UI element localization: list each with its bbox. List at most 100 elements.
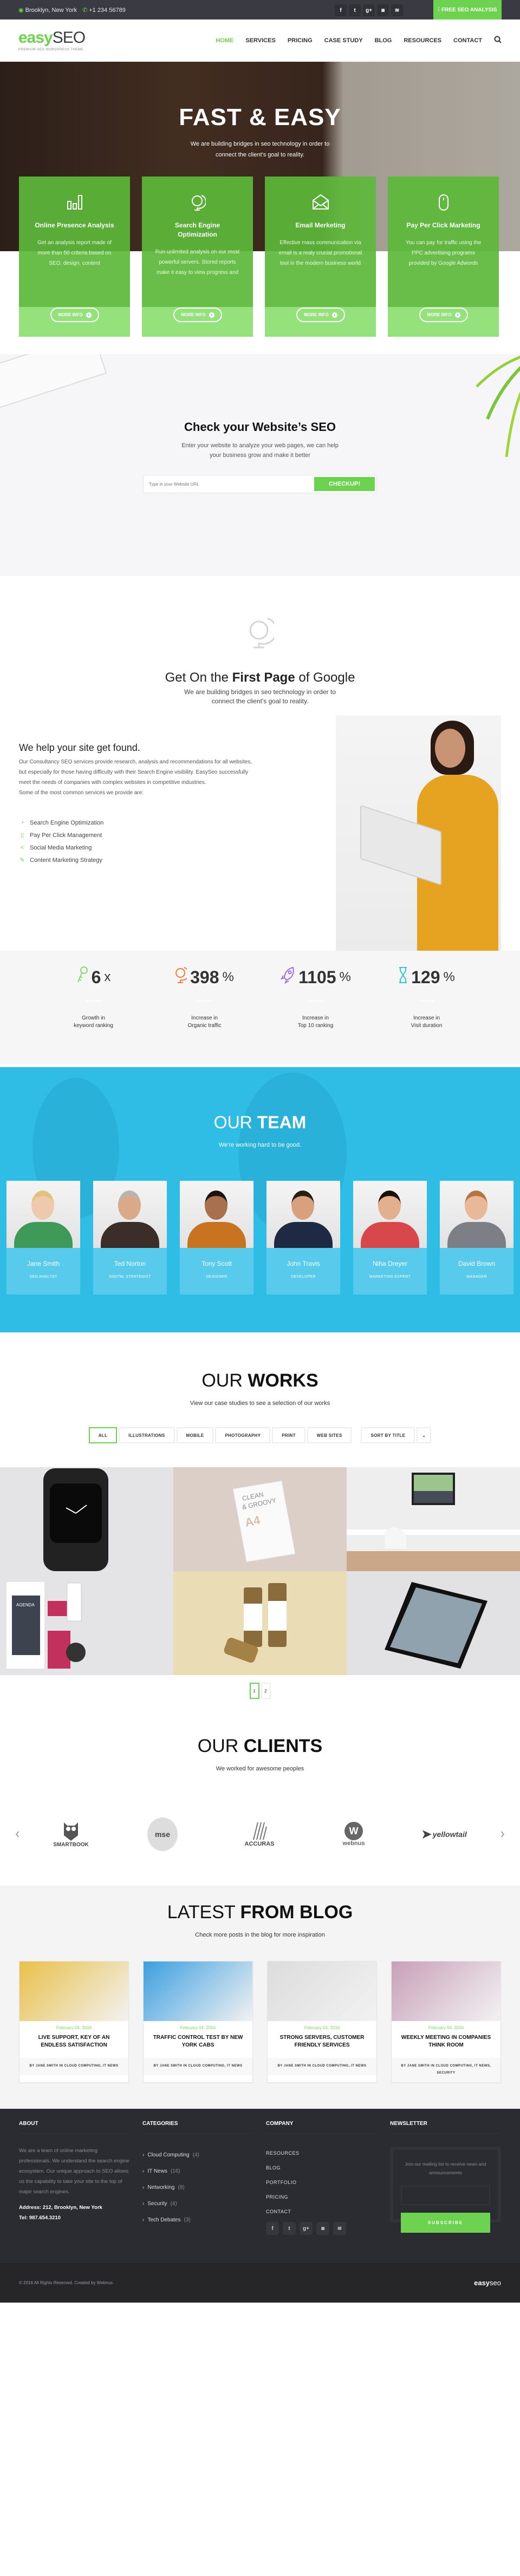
page-1[interactable]: 1 [249, 1683, 259, 1699]
instagram-icon[interactable]: ◙ [377, 4, 389, 16]
instagram-icon[interactable]: ◙ [316, 2222, 329, 2235]
client-logo-smartbook[interactable]: SMARTBOOK [41, 1815, 101, 1853]
nav-blog[interactable]: BLOG [375, 37, 392, 44]
sort-by-title-select[interactable]: SORT BY TITLE [361, 1427, 415, 1443]
member-info: David Brown MANAGER [440, 1248, 514, 1294]
blog-post-image[interactable] [144, 1962, 252, 2021]
member-face [31, 1191, 54, 1220]
twitter-icon[interactable]: t [283, 2222, 296, 2235]
rss-icon[interactable]: ≋ [391, 4, 403, 16]
client-logo-accuras[interactable]: ACCURAS [230, 1815, 289, 1853]
more-info-button[interactable]: MORE INFO › [419, 308, 468, 322]
footer-link-contact[interactable]: CONTACT [266, 2204, 377, 2219]
portfolio-item[interactable] [347, 1467, 520, 1571]
google-plus-icon[interactable]: g+ [363, 4, 375, 16]
nav-resources[interactable]: RESOURCES [404, 37, 441, 44]
page-2[interactable]: 2 [261, 1683, 271, 1699]
blog-post-card[interactable]: February 04, 2016 WEEKLY MEETING IN COMPA… [391, 1961, 501, 2083]
blog-post-card[interactable]: February 04, 2016 STRONG SERVERS, CUSTOME… [267, 1961, 377, 2083]
filter-illustrations[interactable]: ILLUSTRATIONS [119, 1427, 175, 1443]
portfolio-item[interactable] [173, 1571, 347, 1675]
footer-link-blog[interactable]: BLOG [266, 2160, 377, 2175]
rss-icon[interactable]: ≋ [333, 2222, 346, 2235]
more-info-button[interactable]: MORE INFO › [296, 308, 345, 322]
post-title[interactable]: STRONG SERVERS, CUSTOMER FRIENDLY SERVIC… [268, 2034, 376, 2052]
blog-post-card[interactable]: February 04, 2016 LIVE SUPPORT, KEY OF AN… [19, 1961, 129, 2083]
category-item[interactable]: › Cloud Computing (4) [142, 2147, 251, 2163]
blog-title-bold: FROM BLOG [240, 1902, 353, 1923]
footer-address: Address: 212, Brooklyn, New York [19, 2205, 102, 2211]
chevron-right-icon[interactable]: › [500, 1825, 505, 1842]
stat-label: Growth in keyword ranking [56, 1015, 132, 1030]
phone[interactable]: ✆ +1 234 56789 [82, 6, 126, 14]
google-plus-icon[interactable]: g+ [300, 2222, 313, 2235]
team-member-card[interactable]: Ted Norton DIGITAL STRATEGIST [93, 1181, 167, 1294]
category-name: Networking [147, 2184, 175, 2191]
portfolio-item[interactable] [347, 1571, 520, 1675]
client-logo-mse[interactable]: mse [133, 1815, 192, 1853]
footer-about: ABOUT We are a team of online marketing … [19, 2121, 130, 2223]
client-logo-webnus[interactable]: W webnus [324, 1815, 384, 1853]
service-title: Pay Per Click Marketing [406, 221, 480, 229]
more-info-button[interactable]: MORE INFO › [50, 308, 99, 322]
member-photo [353, 1181, 427, 1248]
category-item[interactable]: › IT News (16) [142, 2163, 251, 2179]
filter-photography[interactable]: PHOTOGRAPHY [215, 1427, 271, 1443]
category-item[interactable]: › Tech Debates (3) [142, 2212, 251, 2228]
facebook-icon[interactable]: f [266, 2222, 279, 2235]
category-name: Cloud Computing [147, 2152, 190, 2158]
footer-link-portfolio[interactable]: PORTFOLIO [266, 2175, 377, 2189]
nav-home[interactable]: HOME [216, 37, 233, 44]
free-seo-analysis-button[interactable]: ⫶ FREE SEO ANALYSIS [433, 0, 502, 19]
blog-post-card[interactable]: February 04, 2016 TRAFFIC CONTROL TEST BY… [143, 1961, 253, 2083]
twitter-icon[interactable]: t [349, 4, 361, 16]
nav-contact[interactable]: CONTACT [453, 37, 482, 44]
footer-logo[interactable]: easyseo [474, 2279, 501, 2287]
chevron-down-icon[interactable]: ⌄ [417, 1427, 432, 1443]
filter-print[interactable]: PRINT [272, 1427, 306, 1443]
team-member-card[interactable]: David Brown MANAGER [440, 1181, 514, 1294]
member-face [118, 1191, 141, 1220]
filter-mobile[interactable]: MOBILE [176, 1427, 214, 1443]
post-title[interactable]: WEEKLY MEETING IN COMPANIES THINK ROOM [392, 2034, 500, 2052]
edit-icon: ✎ [20, 857, 25, 864]
blog-post-image[interactable] [20, 1962, 128, 2021]
filter-web-sites[interactable]: WEB SITES [307, 1427, 352, 1443]
footer-link-resources[interactable]: RESOURCES [266, 2146, 377, 2160]
chevron-left-icon[interactable]: ‹ [15, 1825, 20, 1842]
category-item[interactable]: › Security (4) [142, 2195, 251, 2212]
website-url-input[interactable] [144, 475, 313, 493]
portfolio-item[interactable]: CLEAN & GROOVY A4 [173, 1467, 347, 1571]
team-member-card[interactable]: Jane Smith SEO ANALYST [6, 1181, 80, 1294]
category-item[interactable]: › Networking (8) [142, 2179, 251, 2195]
blog-post-image[interactable] [392, 1962, 500, 2021]
post-title[interactable]: TRAFFIC CONTROL TEST BY NEW YORK CABS [144, 2034, 252, 2052]
post-meta: BY JANE SMITH IN CLOUD COMPUTING, IT NEW… [268, 2058, 376, 2075]
team-member-card[interactable]: Niha Dreyer MARKETING EXPERT [353, 1181, 427, 1294]
check-seo-subtitle-line2: your business grow and make it better [210, 452, 310, 459]
found-description-secondary: Some of the most common services we prov… [19, 790, 144, 796]
subscribe-button[interactable]: SUBSCRIBE [401, 2213, 490, 2233]
team-member-card[interactable]: Tony Scott DESIGNER [180, 1181, 253, 1294]
client-logo-yellowtail[interactable]: ➤ yellowtail [414, 1815, 474, 1853]
post-title[interactable]: LIVE SUPPORT, KEY OF AN ENDLESS SATISFAC… [20, 2034, 128, 2052]
nav-case-study[interactable]: CASE STUDY [324, 37, 363, 44]
site-logo[interactable]: easySEO PREMIUM SEO WORDPRESS THEME [18, 30, 86, 52]
facebook-icon[interactable]: f [335, 4, 347, 16]
footer-about-text: We are a team of online marketing profes… [19, 2148, 129, 2195]
footer-logo-easy: easy [474, 2279, 490, 2287]
portfolio-item[interactable] [0, 1467, 173, 1571]
blog-post-image[interactable] [268, 1962, 376, 2021]
team-member-card[interactable]: John Travis DEVELOPER [266, 1181, 340, 1294]
chevron-right-icon: › [209, 312, 214, 318]
filter-all[interactable]: ALL [88, 1427, 118, 1443]
more-info-button[interactable]: MORE INFO › [173, 308, 222, 322]
newsletter-email-input[interactable] [401, 2186, 490, 2205]
clients-subtitle: We worked for awesome peoples [216, 1766, 304, 1772]
nav-pricing[interactable]: PRICING [288, 37, 313, 44]
portfolio-item[interactable]: AGENDA [0, 1571, 173, 1675]
footer-link-pricing[interactable]: PRICING [266, 2189, 377, 2204]
nav-services[interactable]: SERVICES [245, 37, 275, 44]
checkup-button[interactable]: CHECKUP! [314, 477, 375, 491]
search-icon[interactable] [494, 36, 502, 45]
